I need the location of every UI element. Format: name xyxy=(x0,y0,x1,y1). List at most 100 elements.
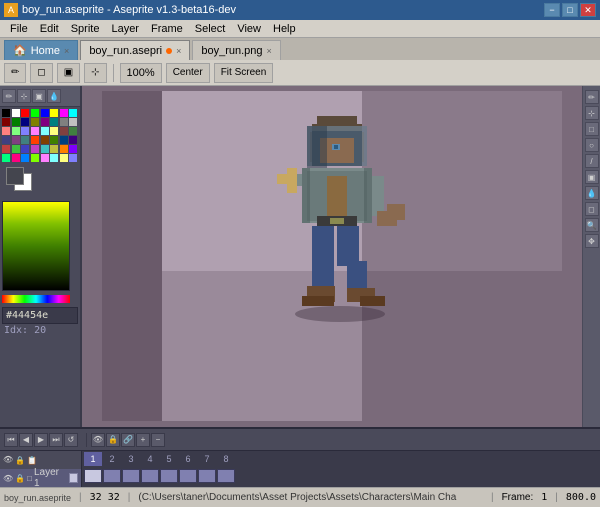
palette-color-4[interactable] xyxy=(41,109,49,117)
palette-color-42[interactable] xyxy=(21,154,29,162)
palette-color-0[interactable] xyxy=(2,109,10,117)
tool-btn-pencil[interactable]: ✏ xyxy=(2,89,16,103)
palette-color-19[interactable] xyxy=(31,127,39,135)
right-tool-select[interactable]: ⊹ xyxy=(585,106,599,120)
layer-1-eye[interactable]: 👁 xyxy=(3,474,13,483)
close-button[interactable]: ✕ xyxy=(580,3,596,17)
frame-cell-5[interactable] xyxy=(160,469,178,483)
palette-color-22[interactable] xyxy=(60,127,68,135)
menu-select[interactable]: Select xyxy=(189,22,232,36)
palette-color-31[interactable] xyxy=(69,136,77,144)
maximize-button[interactable]: □ xyxy=(562,3,578,17)
layer-type-icon[interactable]: 📋 xyxy=(27,456,37,465)
palette-color-14[interactable] xyxy=(60,118,68,126)
palette-color-41[interactable] xyxy=(12,154,20,162)
palette-color-7[interactable] xyxy=(69,109,77,117)
menu-file[interactable]: File xyxy=(4,22,34,36)
color-rainbow-bar[interactable] xyxy=(2,295,70,303)
palette-color-47[interactable] xyxy=(69,154,77,162)
fit-screen-button[interactable]: Fit Screen xyxy=(214,63,274,83)
palette-color-25[interactable] xyxy=(12,136,20,144)
palette-color-20[interactable] xyxy=(41,127,49,135)
home-tab-close[interactable]: × xyxy=(64,46,69,56)
palette-color-39[interactable] xyxy=(69,145,77,153)
right-tool-rect[interactable]: □ xyxy=(585,122,599,136)
right-tool-fill[interactable]: ▣ xyxy=(585,170,599,184)
tool-pencil[interactable]: ✏ xyxy=(4,63,26,83)
tab-aseprite[interactable]: boy_run.asepri × xyxy=(80,40,190,60)
layer-lock-btn[interactable]: 🔒 xyxy=(106,433,120,447)
tool-fill[interactable]: ▣ xyxy=(57,63,80,83)
palette-color-16[interactable] xyxy=(2,127,10,135)
palette-color-5[interactable] xyxy=(50,109,58,117)
layer-eye-btn[interactable]: 👁 xyxy=(91,433,105,447)
palette-color-11[interactable] xyxy=(31,118,39,126)
play-loop-button[interactable]: ↺ xyxy=(64,433,78,447)
play-prev-button[interactable]: ◀ xyxy=(19,433,33,447)
right-tool-circle[interactable]: ○ xyxy=(585,138,599,152)
palette-color-34[interactable] xyxy=(21,145,29,153)
frame-cell-3[interactable] xyxy=(122,469,140,483)
palette-color-12[interactable] xyxy=(41,118,49,126)
palette-color-3[interactable] xyxy=(31,109,39,117)
palette-color-32[interactable] xyxy=(2,145,10,153)
layer-add-btn[interactable]: + xyxy=(136,433,150,447)
hex-color-display[interactable]: #44454e xyxy=(2,307,78,324)
frame-3[interactable]: 3 xyxy=(122,452,140,466)
frame-cell-4[interactable] xyxy=(141,469,159,483)
color-gradient[interactable] xyxy=(2,201,70,291)
menu-help[interactable]: Help xyxy=(267,22,302,36)
right-tool-eraser[interactable]: ◻ xyxy=(585,202,599,216)
palette-color-29[interactable] xyxy=(50,136,58,144)
menu-sprite[interactable]: Sprite xyxy=(65,22,106,36)
frame-8[interactable]: 8 xyxy=(217,452,235,466)
right-tool-move[interactable]: ✥ xyxy=(585,234,599,248)
menu-view[interactable]: View xyxy=(231,22,267,36)
palette-color-27[interactable] xyxy=(31,136,39,144)
layer-link-btn[interactable]: 🔗 xyxy=(121,433,135,447)
palette-color-45[interactable] xyxy=(50,154,58,162)
frame-cell-1[interactable] xyxy=(84,469,102,483)
palette-color-40[interactable] xyxy=(2,154,10,162)
palette-color-43[interactable] xyxy=(31,154,39,162)
play-button[interactable]: ▶ xyxy=(34,433,48,447)
palette-color-23[interactable] xyxy=(69,127,77,135)
frame-cell-2[interactable] xyxy=(103,469,121,483)
right-tool-pencil[interactable]: ✏ xyxy=(585,90,599,104)
canvas-area[interactable] xyxy=(82,86,582,427)
play-next-button[interactable]: ⏭ xyxy=(49,433,63,447)
layer-del-btn[interactable]: − xyxy=(151,433,165,447)
tool-btn-fill[interactable]: ▣ xyxy=(32,89,46,103)
menu-frame[interactable]: Frame xyxy=(145,22,189,36)
palette-color-15[interactable] xyxy=(69,118,77,126)
layer-lock-icon[interactable]: 🔒 xyxy=(15,456,25,465)
palette-color-35[interactable] xyxy=(31,145,39,153)
palette-color-6[interactable] xyxy=(60,109,68,117)
palette-color-17[interactable] xyxy=(12,127,20,135)
tool-btn-eyedrop[interactable]: 💧 xyxy=(47,89,61,103)
palette-color-46[interactable] xyxy=(60,154,68,162)
frame-4[interactable]: 4 xyxy=(141,452,159,466)
palette-color-21[interactable] xyxy=(50,127,58,135)
frame-cell-8[interactable] xyxy=(217,469,235,483)
palette-color-10[interactable] xyxy=(21,118,29,126)
palette-color-1[interactable] xyxy=(12,109,20,117)
frame-5[interactable]: 5 xyxy=(160,452,178,466)
palette-color-2[interactable] xyxy=(21,109,29,117)
right-tool-eyedrop[interactable]: 💧 xyxy=(585,186,599,200)
palette-color-28[interactable] xyxy=(41,136,49,144)
tool-select[interactable]: ⊹ xyxy=(84,63,106,83)
zoom-level[interactable]: 100% xyxy=(120,63,162,83)
tool-btn-select[interactable]: ⊹ xyxy=(17,89,31,103)
palette-color-8[interactable] xyxy=(2,118,10,126)
palette-color-26[interactable] xyxy=(21,136,29,144)
right-tool-zoom[interactable]: 🔍 xyxy=(585,218,599,232)
palette-color-36[interactable] xyxy=(41,145,49,153)
tool-eraser[interactable]: ◻ xyxy=(30,63,52,83)
palette-color-33[interactable] xyxy=(12,145,20,153)
play-first-button[interactable]: ⏮ xyxy=(4,433,18,447)
frame-7[interactable]: 7 xyxy=(198,452,216,466)
palette-color-13[interactable] xyxy=(50,118,58,126)
frame-6[interactable]: 6 xyxy=(179,452,197,466)
right-tool-line[interactable]: / xyxy=(585,154,599,168)
